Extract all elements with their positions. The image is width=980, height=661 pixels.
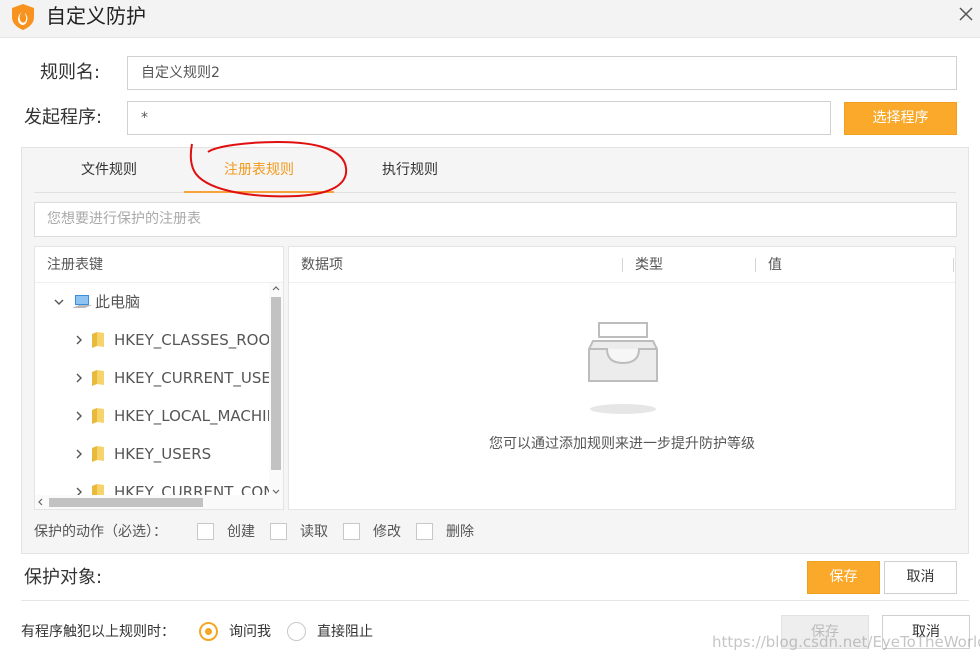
tab-file-rules[interactable]: 文件规则: [58, 148, 160, 192]
tree-vertical-scroll-thumb[interactable]: [271, 297, 281, 470]
checkbox-create-label[interactable]: 创建: [227, 522, 255, 542]
launcher-label: 发起程序:: [24, 107, 103, 128]
window-title: 自定义防护: [46, 4, 146, 28]
rule-name-input[interactable]: 自定义规则2: [127, 56, 957, 90]
rule-name-label: 规则名:: [40, 62, 101, 83]
checkbox-modify-label[interactable]: 修改: [373, 522, 401, 542]
tabs-divider: [34, 192, 956, 193]
tree-horizontal-scroll-thumb[interactable]: [49, 498, 203, 507]
tree-item-label: HKEY_USERS: [114, 445, 212, 463]
annotation-circle: [189, 140, 348, 198]
checkbox-create[interactable]: [197, 523, 214, 540]
registry-search-input[interactable]: 您想要进行保护的注册表: [34, 202, 957, 237]
folder-icon: [92, 370, 104, 386]
tab-exec-rules[interactable]: 执行规则: [360, 148, 460, 192]
divider: [21, 600, 969, 601]
checkbox-read-label[interactable]: 读取: [300, 522, 328, 542]
col-type[interactable]: 类型: [635, 247, 663, 283]
tree-item-label: HKEY_CLASSES_ROOT: [114, 331, 275, 349]
launcher-input[interactable]: *: [127, 101, 831, 135]
watermark: https://blog.csdn.net/EyeToTheWorld: [712, 633, 980, 651]
radio-ask-me-label[interactable]: 询问我: [229, 622, 271, 642]
col-divider: [755, 258, 756, 272]
table-header: 数据项 类型 值: [289, 247, 955, 283]
folder-icon: [92, 408, 104, 424]
close-icon[interactable]: [954, 2, 978, 26]
tree-item-label: HKEY_LOCAL_MACHINE: [114, 407, 275, 425]
chevron-down-icon[interactable]: [53, 296, 65, 308]
chevron-right-icon[interactable]: [73, 410, 85, 422]
col-divider: [953, 258, 954, 272]
computer-icon: [72, 295, 92, 308]
select-program-button[interactable]: 选择程序: [844, 102, 957, 135]
radio-block-label[interactable]: 直接阻止: [317, 622, 373, 642]
empty-state-text: 您可以通过添加规则来进一步提升防护等级: [489, 436, 755, 452]
save-button[interactable]: 保存: [807, 561, 880, 594]
protect-actions-label: 保护的动作（必选）：: [34, 524, 167, 540]
cancel-button[interactable]: 取消: [884, 561, 957, 594]
tree-item[interactable]: HKEY_LOCAL_MACHINE: [35, 397, 275, 435]
folder-icon: [92, 446, 104, 462]
checkbox-delete-label[interactable]: 删除: [446, 522, 474, 542]
col-data-item[interactable]: 数据项: [301, 247, 343, 283]
folder-icon: [92, 332, 104, 348]
scroll-left-icon[interactable]: [37, 498, 43, 506]
registry-data-table: 数据项 类型 值 您可以通过添加规则来进一步提升防护等级: [288, 246, 956, 510]
radio-ask-me[interactable]: [199, 622, 218, 641]
tree-header: 注册表键: [35, 247, 283, 283]
empty-tray-icon: [588, 322, 658, 414]
protect-target-label: 保护对象:: [24, 567, 103, 588]
tree-root-label: 此电脑: [95, 293, 141, 311]
scroll-up-icon[interactable]: [272, 285, 280, 291]
tree-item[interactable]: HKEY_CURRENT_USER: [35, 359, 275, 397]
tree-item[interactable]: HKEY_CLASSES_ROOT: [35, 321, 275, 359]
registry-tree: 注册表键 此电脑 HKEY_CLASSES_ROOT HKEY_CURRENT_…: [34, 246, 284, 510]
checkbox-modify[interactable]: [343, 523, 360, 540]
col-divider: [622, 258, 623, 272]
chevron-right-icon[interactable]: [73, 448, 85, 460]
checkbox-read[interactable]: [270, 523, 287, 540]
chevron-right-icon[interactable]: [73, 334, 85, 346]
tree-item-label: HKEY_CURRENT_USER: [114, 369, 275, 387]
title-bar: 自定义防护: [0, 0, 980, 38]
flame-shield-logo-icon: [12, 4, 34, 30]
tree-item[interactable]: HKEY_USERS: [35, 435, 275, 473]
trigger-label: 有程序触犯以上规则时：: [21, 624, 175, 640]
checkbox-delete[interactable]: [416, 523, 433, 540]
rules-panel: 文件规则 注册表规则 执行规则 您想要进行保护的注册表 注册表键 此电脑 HKE…: [21, 147, 969, 554]
col-value[interactable]: 值: [768, 247, 782, 283]
tree-root-this-pc[interactable]: 此电脑: [35, 283, 275, 321]
radio-block[interactable]: [287, 622, 306, 641]
chevron-right-icon[interactable]: [73, 372, 85, 384]
